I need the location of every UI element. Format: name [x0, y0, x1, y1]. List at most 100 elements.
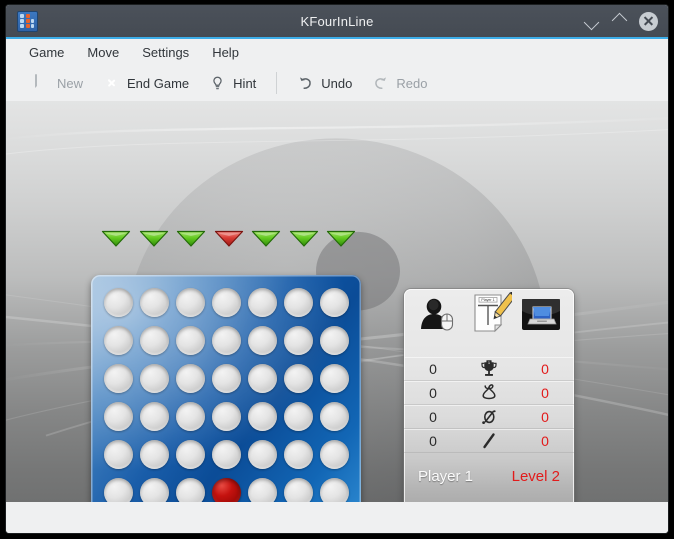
- cell-r1c7[interactable]: [316, 283, 352, 321]
- breaks-left-value: 0: [429, 433, 437, 449]
- end-game-icon: [103, 75, 120, 92]
- cell-r4c2[interactable]: [136, 397, 172, 435]
- maximize-button[interactable]: [611, 12, 629, 30]
- hole-empty: [319, 401, 349, 431]
- draws-left-value: 0: [429, 385, 437, 401]
- score-panel: Player 1 0 1 0 0 0 0 0 0 0 Player 1 Leve…: [404, 288, 574, 502]
- hole-empty: [139, 477, 169, 502]
- hint-button[interactable]: Hint: [201, 71, 264, 96]
- cell-r5c2[interactable]: [136, 435, 172, 473]
- game-board[interactable]: [91, 275, 361, 502]
- cell-r5c1[interactable]: [100, 435, 136, 473]
- cell-r6c7[interactable]: [316, 473, 352, 502]
- cell-r6c4[interactable]: [208, 473, 244, 502]
- cell-r2c7[interactable]: [316, 321, 352, 359]
- hole-empty: [139, 439, 169, 469]
- hole-empty: [247, 439, 277, 469]
- cell-r5c3[interactable]: [172, 435, 208, 473]
- cell-r5c4[interactable]: [208, 435, 244, 473]
- cell-r2c4[interactable]: [208, 321, 244, 359]
- column-arrow-5[interactable]: [251, 230, 281, 247]
- application-window: KFourInLine Game Move Settings Help New: [6, 5, 668, 533]
- score-row-draws: 0 0: [404, 381, 574, 405]
- end-game-button[interactable]: End Game: [95, 71, 197, 96]
- cell-r3c5[interactable]: [244, 359, 280, 397]
- score-panel-footer: Player 1 Level 2: [404, 453, 574, 502]
- cell-r4c5[interactable]: [244, 397, 280, 435]
- cell-r1c2[interactable]: [136, 283, 172, 321]
- cell-r5c7[interactable]: [316, 435, 352, 473]
- game-area[interactable]: Player 1 0 1 0 0 0 0 0 0 0 Player 1 Leve…: [6, 101, 668, 502]
- cell-r3c7[interactable]: [316, 359, 352, 397]
- hole-empty: [103, 287, 133, 317]
- cell-r5c5[interactable]: [244, 435, 280, 473]
- column-arrow-3[interactable]: [176, 230, 206, 247]
- cell-r3c1[interactable]: [100, 359, 136, 397]
- human-player-icon[interactable]: [417, 294, 459, 341]
- current-player-label: Player 1: [418, 468, 474, 485]
- hole-empty: [247, 287, 277, 317]
- wins-left-value: 0: [429, 361, 437, 377]
- menu-item-help[interactable]: Help: [203, 42, 248, 63]
- cell-r1c1[interactable]: [100, 283, 136, 321]
- cell-r2c5[interactable]: [244, 321, 280, 359]
- column-arrow-4-active[interactable]: [214, 230, 244, 247]
- cell-r1c4[interactable]: [208, 283, 244, 321]
- hole-empty: [283, 363, 313, 393]
- hint-label: Hint: [233, 75, 257, 91]
- hole-empty: [139, 287, 169, 317]
- new-game-button[interactable]: New: [25, 71, 91, 96]
- cell-r2c3[interactable]: [172, 321, 208, 359]
- hole-empty: [319, 439, 349, 469]
- cell-r6c5[interactable]: [244, 473, 280, 502]
- column-arrow-1[interactable]: [101, 230, 131, 247]
- cell-r6c1[interactable]: [100, 473, 136, 502]
- hole-empty: [319, 287, 349, 317]
- cell-r6c2[interactable]: [136, 473, 172, 502]
- cell-r4c3[interactable]: [172, 397, 208, 435]
- cell-r3c4[interactable]: [208, 359, 244, 397]
- menu-item-move[interactable]: Move: [78, 42, 128, 63]
- cell-r4c7[interactable]: [316, 397, 352, 435]
- computer-player-icon[interactable]: [521, 298, 561, 337]
- menu-item-game[interactable]: Game: [20, 42, 73, 63]
- column-arrow-7[interactable]: [326, 230, 356, 247]
- cell-r4c1[interactable]: [100, 397, 136, 435]
- status-bar: [6, 502, 668, 533]
- hole-empty: [103, 363, 133, 393]
- edit-names-icon[interactable]: Player 1: [468, 288, 518, 343]
- cell-r1c5[interactable]: [244, 283, 280, 321]
- close-button[interactable]: [639, 11, 658, 31]
- column-arrow-2[interactable]: [139, 230, 169, 247]
- minimize-button[interactable]: [583, 12, 601, 31]
- title-bar[interactable]: KFourInLine: [6, 5, 668, 39]
- cell-r2c6[interactable]: [280, 321, 316, 359]
- menu-item-settings[interactable]: Settings: [133, 42, 198, 63]
- cell-r6c3[interactable]: [172, 473, 208, 502]
- cell-r4c4[interactable]: [208, 397, 244, 435]
- cell-r3c2[interactable]: [136, 359, 172, 397]
- hole-empty: [175, 325, 205, 355]
- hole-empty: [175, 287, 205, 317]
- hole-empty: [175, 401, 205, 431]
- hole-empty: [283, 287, 313, 317]
- redo-button[interactable]: Redo: [364, 71, 435, 96]
- cell-r2c1[interactable]: [100, 321, 136, 359]
- cell-r1c3[interactable]: [172, 283, 208, 321]
- cell-r5c6[interactable]: [280, 435, 316, 473]
- hole-empty: [247, 401, 277, 431]
- level-label: Level 2: [511, 468, 560, 485]
- cell-r2c2[interactable]: [136, 321, 172, 359]
- cell-r1c6[interactable]: [280, 283, 316, 321]
- hole-empty: [139, 401, 169, 431]
- hole-empty: [211, 401, 241, 431]
- hole-empty: [175, 477, 205, 502]
- end-game-label: End Game: [127, 75, 190, 91]
- trophy-icon: 1: [456, 359, 522, 379]
- undo-button[interactable]: Undo: [289, 71, 360, 96]
- cell-r3c6[interactable]: [280, 359, 316, 397]
- cell-r6c6[interactable]: [280, 473, 316, 502]
- column-arrow-6[interactable]: [289, 230, 319, 247]
- cell-r3c3[interactable]: [172, 359, 208, 397]
- cell-r4c6[interactable]: [280, 397, 316, 435]
